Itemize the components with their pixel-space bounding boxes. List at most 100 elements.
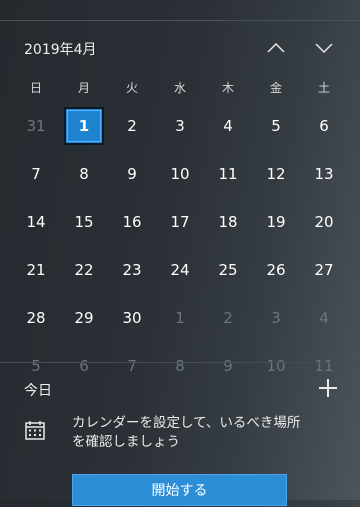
calendar-day-number: 19 [266, 213, 286, 231]
calendar-day-number: 3 [271, 309, 281, 327]
calendar-day[interactable]: 10 [252, 342, 300, 390]
calendar-day-number: 13 [314, 165, 334, 183]
calendar-day-number: 4 [319, 309, 329, 327]
calendar-day[interactable]: 25 [204, 246, 252, 294]
weekday-label: 金 [269, 81, 282, 95]
calendar-day[interactable]: 9 [204, 342, 252, 390]
calendar-day[interactable]: 7 [12, 150, 60, 198]
calendar-day[interactable]: 6 [60, 342, 108, 390]
weekday-label: 月 [77, 81, 90, 95]
calendar-day[interactable]: 8 [60, 150, 108, 198]
calendar-day-number: 8 [79, 165, 89, 183]
calendar-day-number: 20 [314, 213, 334, 231]
calendar-day-number: 14 [26, 213, 46, 231]
calendar-day-number: 10 [266, 357, 286, 375]
calendar-day[interactable]: 13 [300, 150, 348, 198]
weekday-label: 木 [221, 81, 234, 95]
calendar-day-number: 12 [266, 165, 286, 183]
calendar-day[interactable]: 10 [156, 150, 204, 198]
calendar-day-number: 2 [127, 117, 137, 135]
agenda-title: 今日 [24, 383, 52, 399]
section-divider [0, 362, 360, 363]
calendar-day[interactable]: 8 [156, 342, 204, 390]
calendar-day[interactable]: 23 [108, 246, 156, 294]
calendar-day-number: 1 [175, 309, 185, 327]
calendar-day[interactable]: 7 [108, 342, 156, 390]
calendar-day-number: 6 [319, 117, 329, 135]
calendar-day-number: 3 [175, 117, 185, 135]
calendar-day[interactable]: 9 [108, 150, 156, 198]
calendar-day[interactable]: 4 [300, 294, 348, 342]
calendar-day[interactable]: 1 [156, 294, 204, 342]
weekday-label: 日 [29, 81, 42, 95]
calendar-day-number: 8 [175, 357, 185, 375]
calendar-day[interactable]: 11 [204, 150, 252, 198]
calendar-day[interactable]: 14 [12, 198, 60, 246]
calendar-day-today[interactable]: 1 [60, 102, 108, 150]
previous-month-button[interactable] [262, 36, 290, 60]
calendar-day[interactable]: 3 [156, 102, 204, 150]
calendar-day[interactable]: 6 [300, 102, 348, 150]
calendar-day[interactable]: 12 [252, 150, 300, 198]
calendar-day-number: 9 [127, 165, 137, 183]
calendar-day-number: 15 [74, 213, 94, 231]
calendar-day[interactable]: 31 [12, 102, 60, 150]
calendar-day[interactable]: 21 [12, 246, 60, 294]
calendar-day[interactable]: 2 [108, 102, 156, 150]
weekday-label: 水 [173, 81, 186, 95]
calendar-day-number: 5 [31, 357, 41, 375]
weekday-label: 火 [125, 81, 138, 95]
calendar-day[interactable]: 20 [300, 198, 348, 246]
calendar-day-number: 11 [218, 165, 238, 183]
next-month-button[interactable] [310, 36, 338, 60]
calendar-day[interactable]: 24 [156, 246, 204, 294]
calendar-day-number: 7 [31, 165, 41, 183]
weekday-header-row: 日 月 火 水 木 金 土 [12, 80, 348, 96]
calendar-day-number: 30 [122, 309, 142, 327]
calendar-day-number: 22 [74, 261, 94, 279]
calendar-day-grid: 31 1 2 3 4 5 6 7 8 9 10 11 12 13 14 15 16 17 18 19 20 21 22 23 2… [12, 102, 348, 390]
calendar-day[interactable]: 2 [204, 294, 252, 342]
calendar-day-number: 27 [314, 261, 334, 279]
calendar-day-number: 5 [271, 117, 281, 135]
calendar-day-number: 4 [223, 117, 233, 135]
calendar-day-number: 23 [122, 261, 142, 279]
calendar-day[interactable]: 26 [252, 246, 300, 294]
month-title[interactable]: 2019年4月 [24, 39, 97, 59]
calendar-day[interactable]: 29 [60, 294, 108, 342]
calendar-day-number: 31 [26, 117, 46, 135]
calendar-day[interactable]: 16 [108, 198, 156, 246]
weekday-label: 土 [317, 81, 330, 95]
calendar-day-number: 7 [127, 357, 137, 375]
calendar-day-number: 6 [79, 357, 89, 375]
calendar-day-number: 9 [223, 357, 233, 375]
calendar-day-number: 16 [122, 213, 142, 231]
calendar-day-number: 10 [170, 165, 190, 183]
calendar-day-number: 25 [218, 261, 238, 279]
calendar-day[interactable]: 5 [252, 102, 300, 150]
top-divider [0, 20, 360, 21]
calendar-day[interactable]: 27 [300, 246, 348, 294]
chevron-up-icon [267, 42, 285, 53]
add-event-button[interactable] [317, 377, 339, 399]
calendar-day[interactable]: 28 [12, 294, 60, 342]
calendar-day-number: 24 [170, 261, 190, 279]
calendar-day[interactable]: 18 [204, 198, 252, 246]
calendar-day-number: 11 [314, 357, 334, 375]
calendar-day[interactable]: 17 [156, 198, 204, 246]
calendar-day-number: 28 [26, 309, 46, 327]
calendar-day[interactable]: 4 [204, 102, 252, 150]
calendar-day-number: 21 [26, 261, 46, 279]
calendar-day[interactable]: 19 [252, 198, 300, 246]
calendar-day[interactable]: 22 [60, 246, 108, 294]
calendar-day-number: 17 [170, 213, 190, 231]
calendar-day[interactable]: 3 [252, 294, 300, 342]
start-button[interactable]: 開始する [72, 474, 287, 506]
calendar-setup-message: カレンダーを設定して、いるべき場所を確認しましょう [72, 415, 301, 450]
calendar-day[interactable]: 30 [108, 294, 156, 342]
calendar-day[interactable]: 15 [60, 198, 108, 246]
calendar-day-number: 26 [266, 261, 286, 279]
calendar-day-number: 29 [74, 309, 94, 327]
calendar-day-number: 2 [223, 309, 233, 327]
chevron-down-icon [315, 43, 333, 54]
